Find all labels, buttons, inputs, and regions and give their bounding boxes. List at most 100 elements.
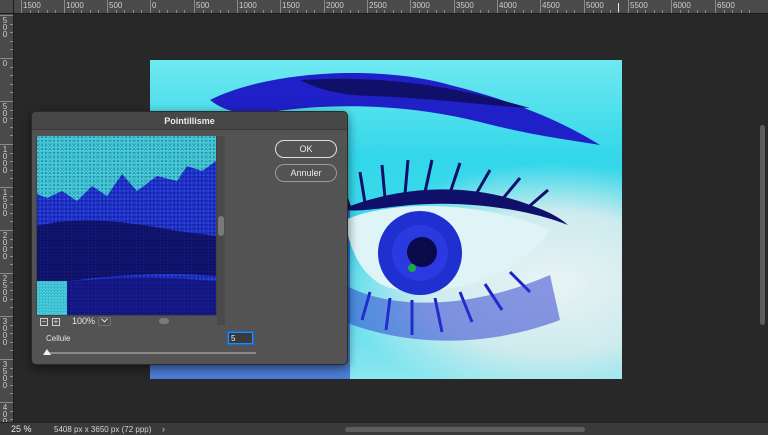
- filter-preview[interactable]: [37, 136, 216, 315]
- ruler-minor-tick: [10, 212, 13, 214]
- cellule-slider-track[interactable]: [46, 352, 256, 354]
- canvas-vertical-scrollbar[interactable]: [760, 125, 765, 325]
- ruler-minor-tick: [592, 10, 594, 13]
- ruler-minor-tick: [10, 49, 13, 51]
- ruler-minor-tick: [332, 10, 334, 13]
- ruler-minor-tick: [645, 10, 647, 13]
- ruler-minor-tick: [341, 10, 343, 13]
- ruler-minor-tick: [479, 10, 481, 13]
- ruler-minor-tick: [115, 10, 117, 13]
- ruler-minor-tick: [10, 75, 13, 77]
- pupil-highlight: [408, 264, 416, 272]
- ruler-minor-tick: [10, 264, 13, 266]
- ruler-minor-tick: [89, 10, 91, 13]
- document-dimensions: 5408 px x 3650 px (72 ppp): [54, 425, 152, 434]
- ruler-minor-tick: [10, 118, 13, 120]
- ruler-top-label: 5500: [630, 1, 648, 10]
- ruler-minor-tick: [10, 195, 13, 197]
- ruler-left-label: 2000: [2, 231, 8, 261]
- ruler-minor-tick: [10, 247, 13, 249]
- ruler-minor-tick: [29, 10, 31, 13]
- ruler-major-tick: [454, 0, 455, 13]
- chevron-down-icon: [101, 318, 108, 325]
- cellule-slider-handle[interactable]: [43, 349, 51, 355]
- ruler-major-tick: [237, 0, 238, 13]
- ruler-major-tick: [410, 0, 411, 13]
- ruler-minor-tick: [609, 10, 611, 13]
- ruler-minor-tick: [314, 10, 316, 13]
- ruler-minor-tick: [10, 410, 13, 412]
- ruler-minor-tick: [557, 10, 559, 13]
- ruler-minor-tick: [245, 10, 247, 13]
- status-zoom-level[interactable]: 25 %: [11, 423, 32, 435]
- preview-scroll-thumb[interactable]: [218, 216, 224, 236]
- horizontal-ruler[interactable]: 1500 1000 500 0 500 1000 1500 2000 2500 3000 3500 4…: [14, 0, 768, 14]
- cancel-button[interactable]: Annuler: [275, 164, 337, 182]
- ruler-major-tick: [194, 0, 195, 13]
- ruler-minor-tick: [688, 10, 690, 13]
- ruler-minor-tick: [288, 10, 290, 13]
- ruler-top-label: 0: [152, 1, 157, 10]
- ruler-minor-tick: [10, 204, 13, 206]
- ruler-minor-tick: [10, 152, 13, 154]
- ruler-left-label: 500: [2, 102, 8, 125]
- ruler-minor-tick: [10, 221, 13, 223]
- zoom-dropdown[interactable]: [98, 317, 111, 326]
- ruler-left-label: 3000: [2, 317, 8, 347]
- canvas-horizontal-scrollbar[interactable]: [345, 427, 585, 432]
- cellule-size-input[interactable]: [228, 332, 253, 344]
- ruler-minor-tick: [384, 10, 386, 13]
- ruler-minor-tick: [444, 10, 446, 13]
- ruler-top-label: 4500: [542, 1, 560, 10]
- preview-horizontal-scroll-thumb[interactable]: [159, 318, 169, 324]
- ruler-top-label: 3000: [412, 1, 430, 10]
- dialog-titlebar[interactable]: Pointillisme: [32, 112, 347, 130]
- ruler-minor-tick: [10, 367, 13, 369]
- vertical-ruler[interactable]: 500 0 500 1000 1500 2000 2500 3000 3500 4000: [0, 14, 14, 422]
- ruler-major-tick: [628, 0, 629, 13]
- ruler-minor-tick: [158, 10, 160, 13]
- status-menu-chevron-icon[interactable]: ›: [162, 423, 165, 435]
- zoom-in-button[interactable]: +: [52, 318, 60, 326]
- ruler-minor-tick: [392, 10, 394, 13]
- preview-frame: [36, 136, 219, 316]
- ruler-major-tick: [150, 0, 151, 13]
- ruler-top-label: 6500: [717, 1, 735, 10]
- ruler-top-label: 1000: [239, 1, 257, 10]
- ruler-minor-tick: [696, 10, 698, 13]
- ruler-minor-tick: [98, 10, 100, 13]
- ruler-minor-tick: [375, 10, 377, 13]
- ruler-minor-tick: [297, 10, 299, 13]
- ruler-minor-tick: [38, 10, 40, 13]
- ruler-position-marker: [618, 3, 619, 12]
- ruler-minor-tick: [10, 419, 13, 421]
- ruler-minor-tick: [211, 10, 213, 13]
- ruler-minor-tick: [349, 10, 351, 13]
- ruler-minor-tick: [262, 10, 264, 13]
- ruler-minor-tick: [10, 350, 13, 352]
- ruler-top-label: 4000: [499, 1, 517, 10]
- ruler-minor-tick: [488, 10, 490, 13]
- ruler-minor-tick: [679, 10, 681, 13]
- preview-vertical-scrollbar[interactable]: [217, 136, 225, 325]
- zoom-out-button[interactable]: −: [40, 318, 48, 326]
- ruler-minor-tick: [10, 324, 13, 326]
- ruler-minor-tick: [10, 333, 13, 335]
- ruler-minor-tick: [10, 393, 13, 395]
- ruler-top-label: 500: [196, 1, 210, 10]
- ruler-minor-tick: [662, 10, 664, 13]
- ruler-minor-tick: [418, 10, 420, 13]
- ruler-minor-tick: [749, 10, 751, 13]
- ruler-minor-tick: [574, 10, 576, 13]
- ruler-minor-tick: [10, 341, 13, 343]
- ruler-minor-tick: [505, 10, 507, 13]
- ok-button[interactable]: OK: [275, 140, 337, 158]
- ruler-minor-tick: [740, 10, 742, 13]
- ruler-minor-tick: [254, 10, 256, 13]
- ruler-minor-tick: [10, 161, 13, 163]
- ruler-major-tick: [367, 0, 368, 13]
- ruler-minor-tick: [10, 135, 13, 137]
- ruler-minor-tick: [228, 10, 230, 13]
- ruler-left-label: 1500: [2, 188, 8, 218]
- ruler-major-tick: [715, 0, 716, 13]
